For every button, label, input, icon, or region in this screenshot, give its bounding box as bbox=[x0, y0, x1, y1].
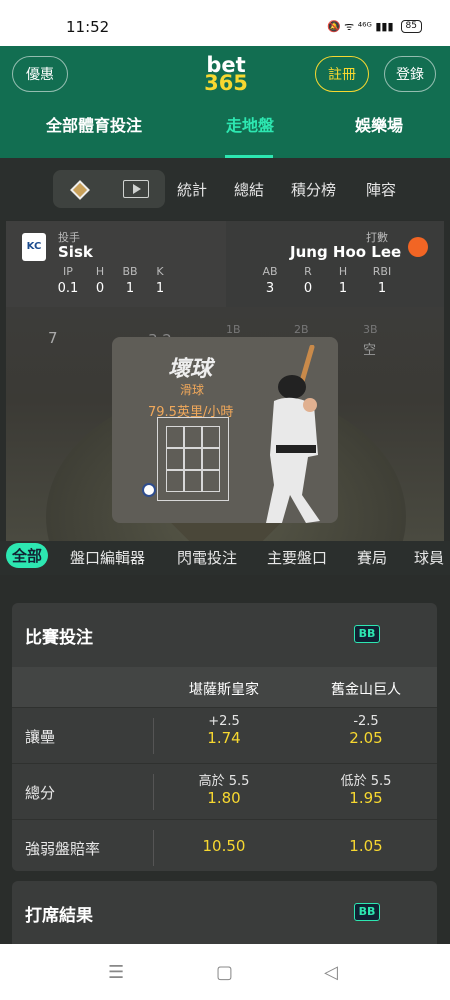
base-3b-status: 空 bbox=[363, 343, 377, 358]
panel-title[interactable]: 比賽投注 bbox=[25, 623, 93, 648]
stat-header: H bbox=[95, 265, 105, 278]
stat-header: H bbox=[338, 265, 348, 278]
system-nav-bar: ☰ ▢ ◁ bbox=[0, 944, 450, 1000]
status-icons: 🔕 ᯤ ⁴⁶ᴳ ▮▮▮ 85 bbox=[327, 19, 422, 34]
filter-all[interactable]: 全部 bbox=[6, 543, 49, 568]
base-3b: 3B bbox=[363, 323, 378, 336]
market-row-runline: 讓壘 +2.5 1.74 -2.5 2.05 bbox=[12, 707, 437, 763]
stat-value: 0 bbox=[303, 281, 313, 296]
stat-value: 1 bbox=[338, 281, 348, 296]
odds-button[interactable]: +2.5 1.74 bbox=[154, 714, 294, 747]
market-filters: 全部 盤口編輯器 閃電投注 主要盤口 賽局 球員 bbox=[0, 541, 450, 575]
stat-value: 0 bbox=[95, 281, 105, 296]
base-2b: 2B bbox=[294, 323, 309, 336]
team-headers: 堪薩斯皇家 舊金山巨人 bbox=[12, 667, 437, 707]
odds-button[interactable]: 低於 5.5 1.95 bbox=[296, 770, 436, 807]
signal-icons: 🔕 ᯤ ⁴⁶ᴳ ▮▮▮ bbox=[326, 20, 394, 33]
status-time: 11:52 bbox=[66, 18, 110, 36]
market-label: 總分 bbox=[25, 784, 56, 802]
menu-icon[interactable]: ☰ bbox=[108, 962, 124, 983]
video-icon[interactable] bbox=[123, 180, 149, 198]
royals-logo-icon: KC bbox=[22, 233, 46, 261]
team-away: 舊金山巨人 bbox=[331, 682, 401, 698]
base-1b: 1B bbox=[226, 323, 241, 336]
scoreboard: KC 投手 Sisk IP H BB K 0.1 0 1 1 打數 Jung H… bbox=[6, 221, 444, 307]
giants-logo-icon bbox=[408, 237, 428, 257]
market-row-total: 總分 高於 5.5 1.80 低於 5.5 1.95 bbox=[12, 763, 437, 819]
login-button[interactable]: 登錄 bbox=[384, 56, 436, 92]
app-header: 優惠 bet 365 註冊 登錄 全部體育投注 走地盤 娛樂場 bbox=[0, 46, 450, 158]
filter-innings[interactable]: 賽局 bbox=[357, 547, 387, 568]
home-icon[interactable]: ▢ bbox=[216, 962, 233, 983]
stat-header: K bbox=[156, 265, 164, 278]
baseball-icon bbox=[142, 483, 156, 497]
game-bets-panel: 比賽投注 BB 堪薩斯皇家 舊金山巨人 讓壘 +2.5 1.74 -2.5 2.… bbox=[12, 603, 437, 871]
stat-value: 0.1 bbox=[57, 281, 79, 296]
stat-value: 3 bbox=[265, 281, 275, 296]
bet365-logo[interactable]: bet 365 bbox=[186, 55, 266, 95]
promotions-button[interactable]: 優惠 bbox=[12, 56, 68, 92]
pitcher-name: Sisk bbox=[58, 243, 93, 261]
pitch-type: 滑球 bbox=[180, 383, 205, 397]
odds-button[interactable]: 高於 5.5 1.80 bbox=[154, 770, 294, 807]
team-home: 堪薩斯皇家 bbox=[189, 682, 259, 698]
filter-players[interactable]: 球員 bbox=[414, 547, 444, 568]
back-icon[interactable]: ◁ bbox=[324, 962, 338, 983]
stat-header: IP bbox=[63, 265, 73, 278]
stat-header: RBI bbox=[372, 265, 392, 278]
status-bar: 11:52 🔕 ᯤ ⁴⁶ᴳ ▮▮▮ 85 bbox=[0, 0, 450, 46]
at-bat-panel: 打席結果 BB bbox=[12, 881, 437, 944]
tab-stats[interactable]: 統計 bbox=[177, 179, 207, 200]
filter-main-markets[interactable]: 主要盤口 bbox=[267, 547, 327, 568]
odds-button[interactable]: 1.05 bbox=[296, 837, 436, 855]
odds-button[interactable]: -2.5 2.05 bbox=[296, 714, 436, 747]
market-label: 強弱盤賠率 bbox=[25, 840, 101, 858]
stat-header: BB bbox=[122, 265, 138, 278]
tab-all-sports[interactable]: 全部體育投注 bbox=[46, 112, 142, 136]
filter-flash-bets[interactable]: 閃電投注 bbox=[177, 547, 237, 568]
tab-casino[interactable]: 娛樂場 bbox=[355, 112, 403, 136]
stat-value: 1 bbox=[125, 281, 135, 296]
market-row-moneyline: 強弱盤賠率 10.50 1.05 bbox=[12, 819, 437, 871]
panel-title[interactable]: 打席結果 bbox=[25, 901, 93, 926]
stat-header: R bbox=[304, 265, 312, 278]
match-tabs: 統計 總結 積分榜 陣容 bbox=[0, 158, 450, 220]
pitch-card: 壞球 滑球 79.5英里/小時 bbox=[112, 337, 338, 523]
market-label: 讓壘 bbox=[25, 728, 56, 746]
inning-number: 7 bbox=[48, 329, 58, 347]
stat-value: 1 bbox=[155, 281, 165, 296]
stat-value: 1 bbox=[377, 281, 387, 296]
filter-bet-builder[interactable]: 盤口編輯器 bbox=[70, 547, 145, 568]
tab-summary[interactable]: 總結 bbox=[234, 179, 264, 200]
batter-illustration bbox=[266, 345, 320, 523]
tab-lineups[interactable]: 陣容 bbox=[366, 179, 396, 200]
battery-icon: 85 bbox=[400, 20, 422, 33]
logo-bottom: 365 bbox=[204, 71, 248, 95]
view-toggle[interactable] bbox=[53, 170, 165, 208]
field-view-icon[interactable] bbox=[70, 180, 90, 200]
register-button[interactable]: 註冊 bbox=[315, 56, 369, 92]
odds-button[interactable]: 10.50 bbox=[154, 837, 294, 855]
pitch-result: 壞球 bbox=[168, 357, 213, 382]
bet-builder-badge: BB bbox=[354, 625, 380, 643]
stat-header: AB bbox=[262, 265, 278, 278]
tab-standings[interactable]: 積分榜 bbox=[291, 179, 336, 200]
bet-builder-badge: BB bbox=[354, 903, 380, 921]
batter-name: Jung Hoo Lee bbox=[290, 243, 402, 261]
strike-zone bbox=[157, 417, 229, 501]
tab-in-play[interactable]: 走地盤 bbox=[226, 112, 274, 136]
